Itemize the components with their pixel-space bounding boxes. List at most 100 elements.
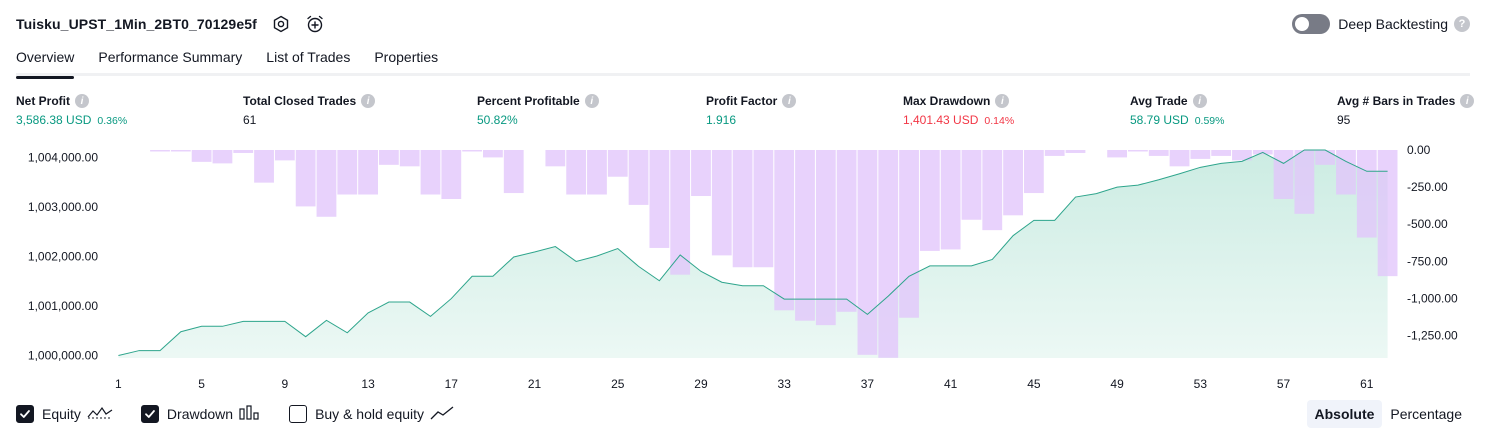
equity-line-icon [87,405,113,424]
drawdown-bar [191,150,212,162]
metric-label: Total Closed Trades [243,94,357,108]
drawdown-bar [399,150,420,167]
legend-toggle-buy-hold-equity[interactable]: Buy & hold equity [289,405,454,424]
report-header: Tuisku_UPST_1Min_2BT0_70129e5f [16,12,325,36]
metric-label: Percent Profitable [477,94,580,108]
drawdown-bar [233,150,254,153]
x-axis-tick-label: 41 [944,377,958,391]
metric-percent: 0.36% [97,115,128,127]
x-axis-tick-label: 53 [1194,377,1208,391]
right-axis-tick-label: -500.00 [1407,217,1448,231]
drawdown-bar [899,150,919,318]
metric-label: Profit Factor [706,94,778,108]
drawdown-bar [1065,150,1086,153]
strategy-name: Tuisku_UPST_1Min_2BT0_70129e5f [16,16,257,32]
toggle-knob [1295,17,1310,31]
metric-value: 95 [1337,113,1351,127]
equity-drawdown-chart[interactable]: 1,000,000.00 1,001,000.00 1,002,000.00 1,00… [0,140,1486,396]
tab-performance-summary[interactable]: Performance Summary [98,44,242,76]
metric-label: Avg Trade [1130,94,1188,108]
info-icon[interactable]: i [361,94,376,108]
metric-label: Avg # Bars in Trades [1337,94,1456,108]
metric-max-drawdown: Max Drawdown i 1,401.43 USD 0.14% [903,92,1014,127]
alarm-clock-plus-icon[interactable] [305,14,325,34]
report-tabs: Overview Performance Summary List of Tra… [16,44,1470,79]
drawdown-bar [940,150,961,250]
drawdown-bar [587,150,607,195]
right-axis-tick-label: -1,250.00 [1407,329,1458,343]
metric-percent: 0.59% [1194,115,1225,127]
legend-toggle-equity[interactable]: Equity [16,405,113,424]
drawdown-bar [961,150,982,220]
drawdown-bar [836,150,857,312]
right-axis-tick-label: -250.00 [1407,180,1448,194]
drawdown-bar [1190,150,1211,159]
left-axis-tick-label: 1,004,000.00 [28,150,98,164]
drawdown-bar [1211,150,1232,156]
x-axis-tick-label: 17 [445,377,459,391]
tab-list-of-trades[interactable]: List of Trades [266,44,350,76]
drawdown-bar [420,150,441,195]
tab-overview[interactable]: Overview [16,44,75,79]
drawdown-bar [878,150,899,358]
info-icon[interactable]: i [584,94,599,108]
legend-toggle-drawdown[interactable]: Drawdown [140,404,261,424]
metrics-row: Net Profit i 3,586.38 USD 0.36% Total Clos… [0,92,1486,132]
gear-icon[interactable] [271,14,291,34]
legend-label: Equity [42,406,81,422]
drawdown-bar [1356,150,1377,238]
info-icon[interactable]: i [1460,94,1475,108]
drawdown-bar [1273,150,1294,199]
metric-avg-trade: Avg Trade i 58.79 USD 0.59% [1130,92,1224,127]
drawdown-bar [1023,150,1044,194]
x-axis-tick-label: 13 [361,377,375,391]
drawdown-bars-icon [239,404,261,424]
drawdown-bar [628,150,649,205]
drawdown-bar [1315,150,1336,165]
deep-backtesting-toggle[interactable] [1292,14,1331,34]
x-axis-tick-label: 5 [198,377,205,391]
x-axis-tick-label: 9 [282,377,289,391]
drawdown-bar [753,150,774,268]
drawdown-bar [774,150,795,311]
right-axis-tick-label: 0.00 [1407,143,1431,157]
scale-absolute-button[interactable]: Absolute [1306,400,1383,428]
x-axis-tick-label: 29 [694,377,708,391]
info-icon[interactable]: i [782,94,797,108]
left-axis-tick-label: 1,003,000.00 [28,200,98,214]
info-icon[interactable]: i [995,94,1010,108]
deep-backtesting-label: Deep Backtesting [1338,16,1448,32]
drawdown-bar [1128,150,1148,152]
metric-value: 3,586.38 USD [16,113,92,127]
drawdown-bar [732,150,753,268]
metric-percent-profitable: Percent Profitable i 50.82% [477,92,599,127]
left-axis-tick-label: 1,000,000.00 [28,349,98,363]
metric-value: 50.82% [477,113,518,127]
drawdown-bar [857,150,878,355]
checkbox-unchecked-icon[interactable] [289,405,308,423]
drawdown-bar [254,150,274,183]
info-icon[interactable]: i [75,94,89,108]
drawdown-bar [711,150,732,256]
drawdown-bar [295,150,316,207]
drawdown-bar [274,150,295,161]
deep-backtesting-control: Deep Backtesting ? [1292,12,1470,36]
checkbox-checked-icon[interactable] [140,405,159,423]
drawdown-bar [649,150,670,248]
drawdown-bar [212,150,233,164]
drawdown-bar [670,150,691,275]
tab-properties[interactable]: Properties [374,44,438,76]
drawdown-bar [503,150,524,194]
drawdown-bar [1294,150,1315,214]
scale-percentage-button[interactable]: Percentage [1382,400,1470,428]
drawdown-bar [441,150,462,199]
help-icon[interactable]: ? [1454,16,1470,32]
x-axis-tick-label: 57 [1277,377,1291,391]
metric-value: 1,401.43 USD [903,113,979,127]
drawdown-bar [170,150,191,152]
info-icon[interactable]: i [1192,94,1207,108]
drawdown-bar [483,150,503,158]
drawdown-bar [795,150,815,321]
buy-hold-line-icon [430,405,454,424]
checkbox-checked-icon[interactable] [16,405,34,423]
